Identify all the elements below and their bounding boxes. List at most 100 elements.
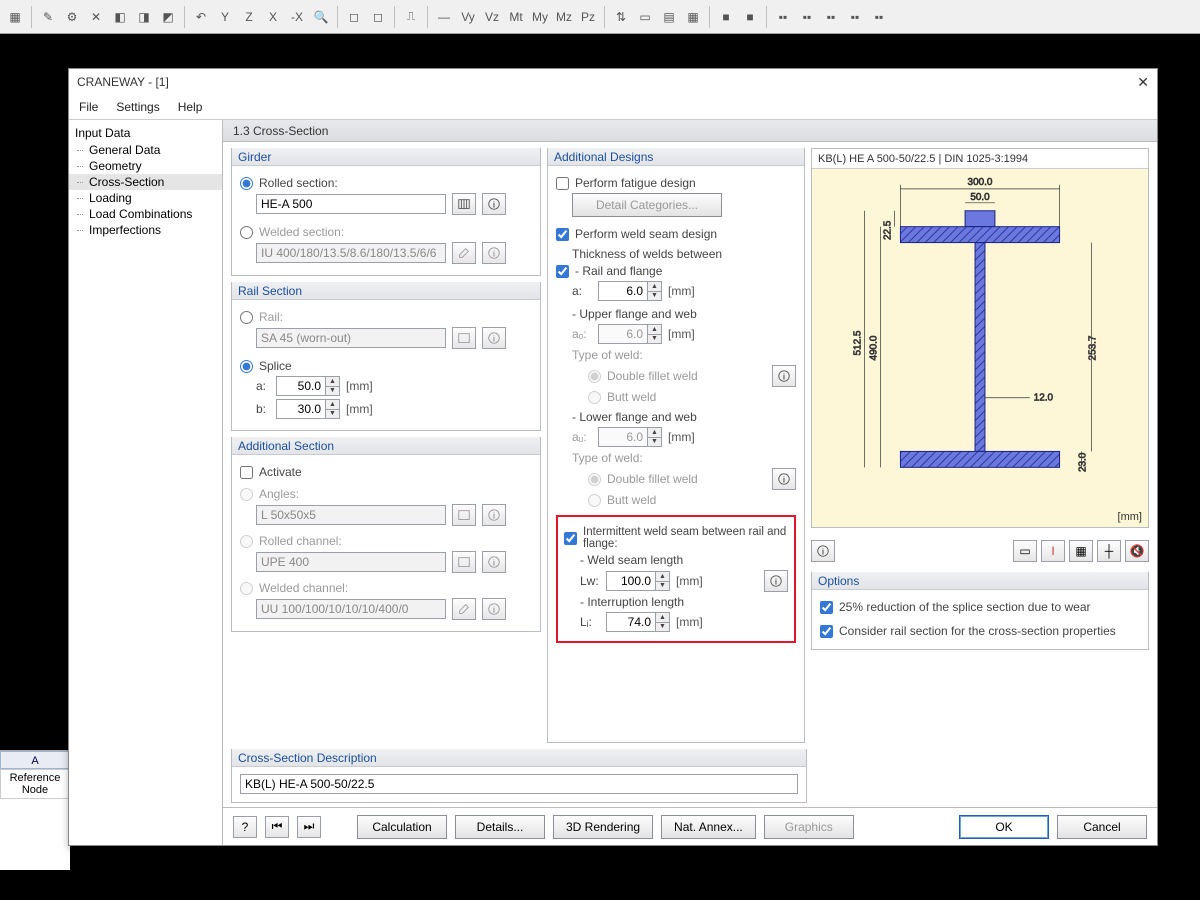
menu-help[interactable]: Help [178, 100, 203, 114]
input-rolled-section[interactable] [256, 194, 446, 214]
menu-file[interactable]: File [79, 100, 98, 114]
axis-icon[interactable]: ┼ [1097, 540, 1121, 562]
checkbox-activate[interactable] [240, 466, 253, 479]
sidebar-root[interactable]: Input Data [69, 124, 222, 142]
tb-icon[interactable]: ◻ [367, 6, 389, 28]
radio-splice[interactable] [240, 360, 253, 373]
unit-mm: [mm] [676, 574, 703, 588]
svg-text:i: i [493, 335, 495, 344]
menu-settings[interactable]: Settings [116, 100, 159, 114]
tb-icon[interactable]: ▦ [4, 6, 26, 28]
input-description[interactable] [240, 774, 798, 794]
tb-icon[interactable]: Z [238, 6, 260, 28]
tb-icon[interactable]: ■ [715, 6, 737, 28]
sound-icon[interactable]: 🔇 [1125, 540, 1149, 562]
prev-icon[interactable]: ⏮ [265, 816, 289, 838]
library-icon[interactable] [452, 193, 476, 215]
checkbox-weld-seam[interactable] [556, 228, 569, 241]
view-icon[interactable]: ▭ [1013, 540, 1037, 562]
grid-icon[interactable]: ▦ [1069, 540, 1093, 562]
info-icon[interactable]: i [764, 570, 788, 592]
tb-icon[interactable]: ▪▪ [796, 6, 818, 28]
radio-rail[interactable] [240, 311, 253, 324]
dim-rail-h: 22.5 [883, 220, 894, 240]
tb-icon[interactable]: 🔍 [310, 6, 332, 28]
tb-icon[interactable]: ■ [739, 6, 761, 28]
nav-sidebar: Input Data General Data Geometry Cross-S… [69, 120, 223, 845]
spinner-lw[interactable]: ▲▼ [606, 571, 670, 591]
label-welded-channel: Welded channel: [259, 581, 348, 595]
button-3d-rendering[interactable]: 3D Rendering [553, 815, 653, 839]
tb-icon[interactable]: My [529, 6, 551, 28]
spinner-li[interactable]: ▲▼ [606, 612, 670, 632]
input-angles [256, 505, 446, 525]
close-icon[interactable]: ✕ [1137, 74, 1149, 91]
unit-mm: [mm] [668, 430, 695, 444]
sidebar-item-cross-section[interactable]: Cross-Section [69, 174, 222, 190]
dim-top-width: 300.0 [968, 177, 993, 188]
info-icon[interactable]: i [772, 365, 796, 387]
button-cancel[interactable]: Cancel [1057, 815, 1147, 839]
tb-icon[interactable]: ▤ [658, 6, 680, 28]
tb-icon[interactable]: ▪▪ [844, 6, 866, 28]
sidebar-item-general-data[interactable]: General Data [69, 142, 222, 158]
highlight-intermittent: Intermittent weld seam between rail and … [556, 515, 796, 643]
tb-icon[interactable]: ✕ [85, 6, 107, 28]
label-weld-seam: Perform weld seam design [575, 227, 717, 241]
checkbox-reduction[interactable] [820, 601, 833, 614]
spinner-weld-a[interactable]: ▲▼ [598, 281, 662, 301]
tb-icon[interactable]: — [433, 6, 455, 28]
tb-icon[interactable]: Y [214, 6, 236, 28]
sidebar-item-load-combinations[interactable]: Load Combinations [69, 206, 222, 222]
info-icon: i [482, 504, 506, 526]
tb-icon[interactable]: ◨ [133, 6, 155, 28]
tb-icon[interactable]: ▦ [682, 6, 704, 28]
tb-icon[interactable]: ◩ [157, 6, 179, 28]
tb-icon[interactable]: Vz [481, 6, 503, 28]
tb-icon[interactable]: ◻ [343, 6, 365, 28]
preview-toolbar: i ▭ I ▦ ┼ 🔇 [811, 540, 1149, 562]
tb-icon[interactable]: ▪▪ [868, 6, 890, 28]
radio-rolled-section[interactable] [240, 177, 253, 190]
button-details[interactable]: Details... [455, 815, 545, 839]
section-icon[interactable]: I [1041, 540, 1065, 562]
input-rolled-channel [256, 552, 446, 572]
checkbox-rail-flange-thickness[interactable] [556, 265, 569, 278]
info-icon[interactable]: i [811, 540, 835, 562]
sidebar-item-imperfections[interactable]: Imperfections [69, 222, 222, 238]
checkbox-fatigue[interactable] [556, 177, 569, 190]
tb-icon[interactable]: ✎ [37, 6, 59, 28]
tb-icon[interactable]: ↶ [190, 6, 212, 28]
radio-welded-section[interactable] [240, 226, 253, 239]
tb-icon[interactable]: Mt [505, 6, 527, 28]
checkbox-intermittent[interactable] [564, 532, 577, 545]
tb-icon[interactable]: Mz [553, 6, 575, 28]
tb-icon[interactable]: ▭ [634, 6, 656, 28]
tb-icon[interactable]: X [262, 6, 284, 28]
spinner-splice-b[interactable]: ▲▼ [276, 399, 340, 419]
tb-icon[interactable]: Pz [577, 6, 599, 28]
unit-mm: [mm] [668, 284, 695, 298]
tb-icon[interactable]: ⎍ [400, 6, 422, 28]
tb-icon[interactable]: ▪▪ [772, 6, 794, 28]
label-intermittent: Intermittent weld seam between rail and … [583, 526, 788, 550]
info-icon[interactable]: i [482, 193, 506, 215]
sidebar-item-geometry[interactable]: Geometry [69, 158, 222, 174]
spinner-splice-a[interactable]: ▲▼ [276, 376, 340, 396]
button-nat-annex[interactable]: Nat. Annex... [661, 815, 756, 839]
tb-icon[interactable]: ◧ [109, 6, 131, 28]
help-icon[interactable]: ? [233, 816, 257, 838]
next-icon[interactable]: ⏭ [297, 816, 321, 838]
button-ok[interactable]: OK [959, 815, 1049, 839]
button-calculation[interactable]: Calculation [357, 815, 447, 839]
tb-icon[interactable]: -X [286, 6, 308, 28]
tb-icon[interactable]: ▪▪ [820, 6, 842, 28]
tb-icon[interactable]: ⚙ [61, 6, 83, 28]
group-options: Options 25% reduction of the splice sect… [811, 572, 1149, 650]
tb-icon[interactable]: Vy [457, 6, 479, 28]
checkbox-consider-rail[interactable] [820, 625, 833, 638]
sidebar-item-loading[interactable]: Loading [69, 190, 222, 206]
info-icon[interactable]: i [772, 468, 796, 490]
tb-icon[interactable]: ⇅ [610, 6, 632, 28]
info-icon: i [482, 551, 506, 573]
